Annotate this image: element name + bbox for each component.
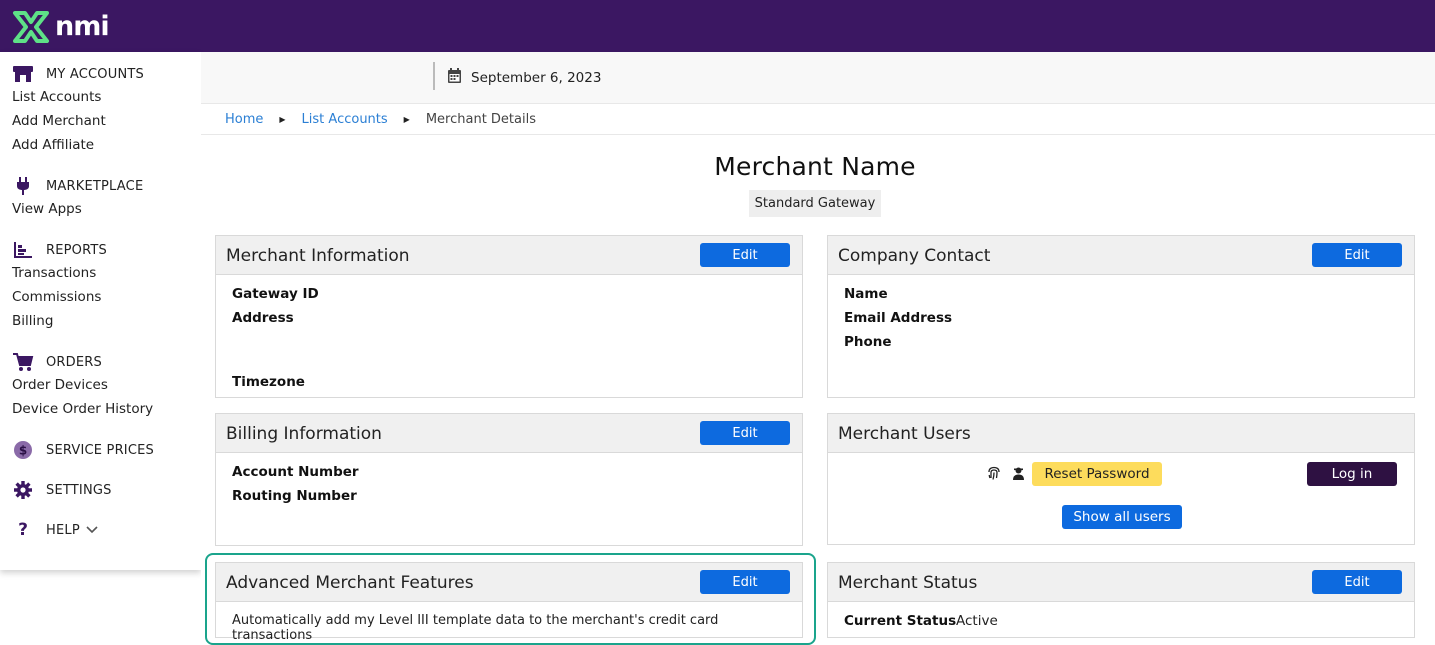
logo-text: nmi <box>55 11 110 42</box>
user-agent-icon <box>1010 465 1026 481</box>
nav-section-label: REPORTS <box>46 242 107 258</box>
current-date: September 6, 2023 <box>471 70 602 86</box>
nav-section-label: SETTINGS <box>46 482 112 498</box>
date-bar: September 6, 2023 <box>201 52 1435 103</box>
page-title: Merchant Name <box>714 152 916 181</box>
nmi-logo-mark-icon <box>13 11 49 43</box>
sidebar-item-list-accounts[interactable]: List Accounts <box>12 89 101 105</box>
gear-icon <box>12 480 34 500</box>
edit-billing-information-button[interactable]: Edit <box>700 421 790 445</box>
storefront-icon <box>12 64 34 84</box>
sidebar-item-transactions[interactable]: Transactions <box>12 265 96 281</box>
date-display: September 6, 2023 <box>447 68 601 88</box>
panel-title: Company Contact <box>838 246 991 266</box>
breadcrumb-list-accounts[interactable]: List Accounts <box>302 112 388 127</box>
field-label: Current Status <box>844 613 957 629</box>
nav-section-orders[interactable]: ORDERS <box>12 352 102 372</box>
field-label: Timezone <box>232 374 305 390</box>
status-value: Active <box>956 613 998 629</box>
panel-title: Merchant Information <box>226 246 410 266</box>
nav-section-service-prices[interactable]: $ SERVICE PRICES <box>12 440 154 460</box>
highlight-outline <box>205 553 816 645</box>
sidebar-item-billing[interactable]: Billing <box>12 313 53 329</box>
svg-text:$: $ <box>19 444 27 458</box>
field-label: Name <box>844 286 888 302</box>
gateway-type-badge: Standard Gateway <box>749 190 881 217</box>
plug-icon <box>12 176 34 196</box>
caret-right-icon: ▶ <box>403 115 410 124</box>
dollar-coin-icon: $ <box>12 440 34 460</box>
panel-title: Merchant Users <box>838 424 971 444</box>
nmi-logo[interactable]: nmi <box>12 10 110 44</box>
nav-section-marketplace[interactable]: MARKETPLACE <box>12 176 143 196</box>
panel-header: Billing Information Edit <box>216 414 802 453</box>
panel-title: Billing Information <box>226 424 382 444</box>
merchant-users-panel: Merchant Users Reset Password Log in Sho… <box>827 413 1415 545</box>
edit-merchant-status-button[interactable]: Edit <box>1312 570 1402 594</box>
billing-information-panel: Billing Information Edit Account Number … <box>215 413 803 546</box>
sidebar: MY ACCOUNTS List Accounts Add Merchant A… <box>0 52 201 570</box>
show-all-users-button[interactable]: Show all users <box>1062 505 1182 529</box>
merchant-information-panel: Merchant Information Edit Gateway ID Add… <box>215 235 803 398</box>
field-label: Email Address <box>844 310 953 326</box>
chevron-down-icon <box>86 523 98 537</box>
edit-merchant-information-button[interactable]: Edit <box>700 243 790 267</box>
nav-section-my-accounts[interactable]: MY ACCOUNTS <box>12 64 144 84</box>
caret-right-icon: ▶ <box>279 115 286 124</box>
bar-chart-icon <box>12 240 34 260</box>
cart-icon <box>12 352 34 372</box>
panel-header: Merchant Users <box>828 414 1414 453</box>
nav-section-label: MY ACCOUNTS <box>46 66 144 82</box>
main-content: September 6, 2023 Home ▶ List Accounts ▶… <box>201 52 1435 645</box>
nav-section-reports[interactable]: REPORTS <box>12 240 107 260</box>
breadcrumb-home[interactable]: Home <box>225 112 263 127</box>
panel-title: Merchant Status <box>838 573 978 593</box>
reset-password-button[interactable]: Reset Password <box>1032 462 1162 486</box>
calendar-icon <box>447 68 462 88</box>
log-in-button[interactable]: Log in <box>1307 462 1397 486</box>
merchant-status-panel: Merchant Status Edit Current Status Acti… <box>827 562 1415 638</box>
nav-section-label: HELP <box>46 522 80 538</box>
sidebar-item-add-affiliate[interactable]: Add Affiliate <box>12 137 94 153</box>
sidebar-item-device-order-history[interactable]: Device Order History <box>12 401 153 417</box>
nav-section-help[interactable]: ? HELP <box>12 520 98 540</box>
breadcrumb-current: Merchant Details <box>425 112 536 127</box>
field-label: Routing Number <box>232 488 357 504</box>
field-label: Address <box>232 310 294 326</box>
sidebar-item-view-apps[interactable]: View Apps <box>12 201 82 217</box>
panel-header: Company Contact Edit <box>828 236 1414 275</box>
breadcrumb: Home ▶ List Accounts ▶ Merchant Details <box>201 103 1435 135</box>
company-contact-panel: Company Contact Edit Name Email Address … <box>827 235 1415 398</box>
nav-section-label: ORDERS <box>46 354 102 370</box>
nav-section-label: MARKETPLACE <box>46 178 144 194</box>
divider <box>433 62 435 90</box>
field-label: Phone <box>844 334 892 350</box>
nav-section-label: SERVICE PRICES <box>46 442 154 458</box>
top-bar: nmi <box>0 0 1435 52</box>
sidebar-item-order-devices[interactable]: Order Devices <box>12 377 108 393</box>
field-label: Account Number <box>232 464 359 480</box>
sidebar-item-commissions[interactable]: Commissions <box>12 289 101 305</box>
panel-header: Merchant Information Edit <box>216 236 802 275</box>
edit-company-contact-button[interactable]: Edit <box>1312 243 1402 267</box>
nav-section-settings[interactable]: SETTINGS <box>12 480 112 500</box>
sidebar-item-add-merchant[interactable]: Add Merchant <box>12 113 106 129</box>
panel-header: Merchant Status Edit <box>828 563 1414 602</box>
question-icon: ? <box>18 520 28 540</box>
fingerprint-icon <box>986 465 1002 481</box>
field-label: Gateway ID <box>232 286 319 302</box>
